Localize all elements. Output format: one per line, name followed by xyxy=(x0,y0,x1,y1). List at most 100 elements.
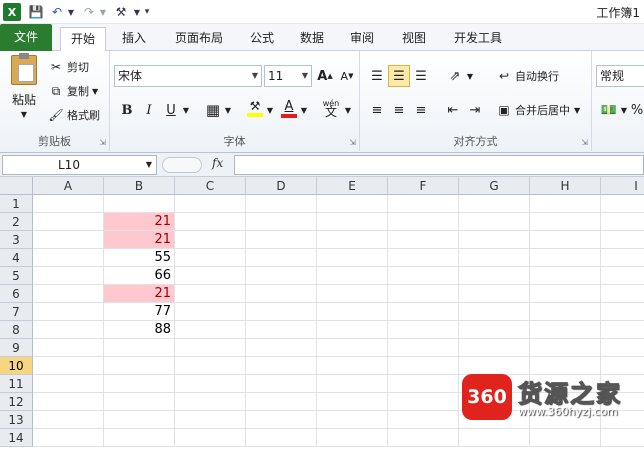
cell-a3[interactable] xyxy=(33,231,104,249)
row-header-10[interactable]: 10 xyxy=(0,357,33,375)
orientation-icon[interactable]: ⇗ xyxy=(444,65,466,87)
cell-h3[interactable] xyxy=(530,231,601,249)
cell-f5[interactable] xyxy=(388,267,459,285)
format-painter-button[interactable]: 🖌 格式刷 xyxy=(48,107,100,123)
cell-b14[interactable] xyxy=(104,429,175,447)
cell-g2[interactable] xyxy=(459,213,530,231)
percent-icon[interactable]: % xyxy=(630,99,644,121)
cell-b6[interactable]: 21 xyxy=(104,285,175,303)
font-launcher-icon[interactable]: ⇲ xyxy=(349,138,356,147)
row-header-9[interactable]: 9 xyxy=(0,339,33,357)
align-top-icon[interactable]: ☰ xyxy=(366,65,388,87)
cell-c1[interactable] xyxy=(175,195,246,213)
cell-d4[interactable] xyxy=(246,249,317,267)
number-format-combo[interactable]: 常规 xyxy=(596,65,644,87)
tab-formulas[interactable]: 公式 xyxy=(240,27,284,51)
cell-c9[interactable] xyxy=(175,339,246,357)
cell-a11[interactable] xyxy=(33,375,104,393)
select-all-corner[interactable] xyxy=(0,177,33,195)
row-header-8[interactable]: 8 xyxy=(0,321,33,339)
cell-g5[interactable] xyxy=(459,267,530,285)
column-header-c[interactable]: C xyxy=(175,177,246,195)
cell-e1[interactable] xyxy=(317,195,388,213)
align-center-icon[interactable]: ≡ xyxy=(388,99,410,121)
cell-c8[interactable] xyxy=(175,321,246,339)
column-header-a[interactable]: A xyxy=(33,177,104,195)
cell-e7[interactable] xyxy=(317,303,388,321)
cell-i14[interactable] xyxy=(601,429,644,447)
tab-page-layout[interactable]: 页面布局 xyxy=(166,27,232,51)
cell-b13[interactable] xyxy=(104,411,175,429)
cell-h9[interactable] xyxy=(530,339,601,357)
cell-c6[interactable] xyxy=(175,285,246,303)
cell-b2[interactable]: 21 xyxy=(104,213,175,231)
formula-input[interactable] xyxy=(234,155,644,175)
cell-d7[interactable] xyxy=(246,303,317,321)
cell-d14[interactable] xyxy=(246,429,317,447)
cell-c13[interactable] xyxy=(175,411,246,429)
undo-icon[interactable]: ↶ xyxy=(48,3,66,21)
cell-i6[interactable] xyxy=(601,285,644,303)
cell-c7[interactable] xyxy=(175,303,246,321)
cell-d5[interactable] xyxy=(246,267,317,285)
cell-b1[interactable] xyxy=(104,195,175,213)
borders-dropdown-icon[interactable]: ▼ xyxy=(222,99,234,121)
cell-h14[interactable] xyxy=(530,429,601,447)
cell-a7[interactable] xyxy=(33,303,104,321)
column-header-d[interactable]: D xyxy=(246,177,317,195)
row-header-4[interactable]: 4 xyxy=(0,249,33,267)
name-box[interactable]: L10 ▼ xyxy=(2,155,157,175)
cell-c11[interactable] xyxy=(175,375,246,393)
cell-i1[interactable] xyxy=(601,195,644,213)
underline-button[interactable]: U xyxy=(160,99,182,121)
cell-a4[interactable] xyxy=(33,249,104,267)
cell-h2[interactable] xyxy=(530,213,601,231)
row-header-14[interactable]: 14 xyxy=(0,429,33,447)
cell-a6[interactable] xyxy=(33,285,104,303)
wrap-text-button[interactable]: ↩ 自动换行 xyxy=(496,68,559,84)
cell-f14[interactable] xyxy=(388,429,459,447)
cell-g4[interactable] xyxy=(459,249,530,267)
column-header-i[interactable]: I xyxy=(601,177,644,195)
cell-b7[interactable]: 77 xyxy=(104,303,175,321)
cell-d9[interactable] xyxy=(246,339,317,357)
font-color-icon[interactable]: A xyxy=(278,97,300,119)
cell-i2[interactable] xyxy=(601,213,644,231)
cell-c5[interactable] xyxy=(175,267,246,285)
column-header-g[interactable]: G xyxy=(459,177,530,195)
font-size-combo[interactable]: 11 ▼ xyxy=(264,65,312,87)
cell-c3[interactable] xyxy=(175,231,246,249)
row-header-2[interactable]: 2 xyxy=(0,213,33,231)
cell-e5[interactable] xyxy=(317,267,388,285)
cell-c12[interactable] xyxy=(175,393,246,411)
grow-font-icon[interactable]: A ▲ xyxy=(314,65,336,87)
cell-i5[interactable] xyxy=(601,267,644,285)
cell-g14[interactable] xyxy=(459,429,530,447)
cell-g8[interactable] xyxy=(459,321,530,339)
alignment-launcher-icon[interactable]: ⇲ xyxy=(581,138,588,147)
cell-e12[interactable] xyxy=(317,393,388,411)
cell-b11[interactable] xyxy=(104,375,175,393)
save-icon[interactable]: 💾 xyxy=(27,3,45,21)
cell-a13[interactable] xyxy=(33,411,104,429)
bold-button[interactable]: B xyxy=(116,99,138,121)
accounting-dropdown-icon[interactable]: ▼ xyxy=(618,99,630,121)
cell-b9[interactable] xyxy=(104,339,175,357)
cell-h1[interactable] xyxy=(530,195,601,213)
cell-f2[interactable] xyxy=(388,213,459,231)
cell-d1[interactable] xyxy=(246,195,317,213)
cell-f10[interactable] xyxy=(388,357,459,375)
tab-home[interactable]: 开始 xyxy=(60,27,106,52)
shrink-font-icon[interactable]: A ▼ xyxy=(336,65,358,87)
cell-d3[interactable] xyxy=(246,231,317,249)
cell-g7[interactable] xyxy=(459,303,530,321)
tab-view[interactable]: 视图 xyxy=(392,27,436,51)
tab-developer[interactable]: 开发工具 xyxy=(446,27,510,51)
borders-icon[interactable]: ▦ xyxy=(202,99,224,121)
cell-a1[interactable] xyxy=(33,195,104,213)
tab-insert[interactable]: 插入 xyxy=(112,27,156,51)
cell-f4[interactable] xyxy=(388,249,459,267)
cell-i9[interactable] xyxy=(601,339,644,357)
tab-file[interactable]: 文件 xyxy=(0,24,52,51)
tools-icon[interactable]: ⚒ xyxy=(112,3,130,21)
